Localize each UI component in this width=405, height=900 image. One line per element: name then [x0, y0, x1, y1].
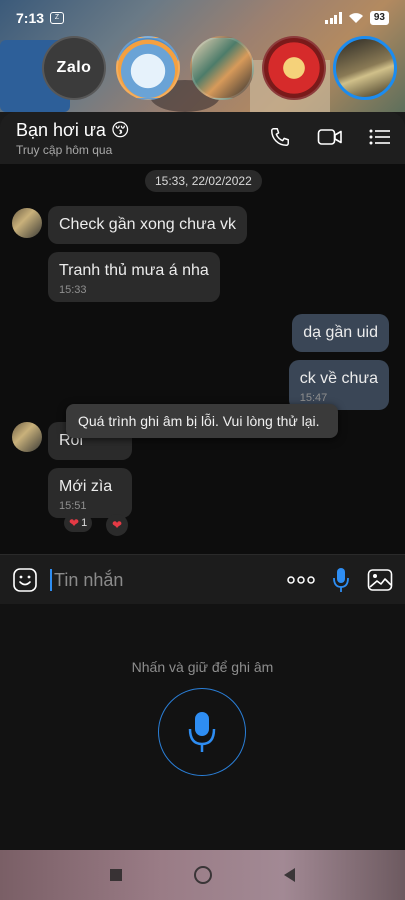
message-outgoing[interactable]: ck về chưa 15:47 — [288, 360, 389, 410]
reaction-badge[interactable]: ❤ 1 — [64, 514, 93, 532]
message-outgoing[interactable]: dạ gần uid — [292, 314, 389, 352]
signal-icon — [325, 12, 342, 24]
voice-hint: Nhấn và giữ để ghi âm — [131, 659, 274, 675]
home-button[interactable] — [194, 866, 212, 884]
message-text: ck về chưa — [299, 370, 378, 387]
chat-head-1[interactable] — [116, 36, 180, 100]
system-nav-bar — [0, 850, 405, 900]
message-text: Check gần xong chưa vk — [59, 216, 237, 233]
message-time: 15:51 — [59, 500, 87, 512]
microphone-icon — [188, 712, 216, 752]
video-call-icon[interactable] — [317, 127, 343, 147]
reaction-count: 1 — [81, 517, 88, 529]
message-text: Tranh thủ mưa á nha — [59, 262, 209, 279]
status-time: 7:13 — [16, 10, 45, 26]
message-input-bar: Tin nhắn — [0, 554, 405, 604]
chat-heads: Zalo — [0, 36, 405, 106]
sticker-icon[interactable] — [12, 567, 38, 593]
heart-icon: ❤ — [111, 518, 123, 532]
recents-button[interactable] — [110, 869, 122, 881]
battery-icon: 93 — [369, 11, 389, 25]
more-icon[interactable] — [287, 575, 315, 584]
back-button[interactable] — [284, 868, 295, 882]
message-time: 15:47 — [299, 392, 328, 404]
chat-head-3[interactable] — [262, 36, 326, 100]
zalo-chat-head[interactable]: Zalo — [42, 36, 106, 100]
chat-head-2[interactable] — [190, 36, 254, 100]
image-icon[interactable] — [367, 568, 393, 592]
message-incoming[interactable]: Mới zìa 15:51 — [48, 468, 132, 518]
record-button[interactable] — [158, 688, 246, 776]
add-reaction-button[interactable]: ❤ — [106, 514, 128, 536]
chat-head-active[interactable] — [333, 36, 397, 100]
microphone-icon[interactable] — [333, 567, 349, 593]
heart-icon: ❤ — [69, 516, 80, 530]
date-separator: 15:33, 22/02/2022 — [145, 170, 262, 192]
chat-header: Bạn hơi ưa 😚 Truy cập hôm qua — [0, 112, 405, 164]
message-input[interactable]: Tin nhắn — [50, 568, 287, 591]
menu-icon[interactable] — [369, 128, 391, 146]
message-incoming[interactable]: Tranh thủ mưa á nha 15:33 — [48, 252, 220, 302]
message-text: Mới zìa — [59, 478, 113, 495]
avatar[interactable] — [12, 208, 42, 238]
chat-area[interactable]: 15:33, 22/02/2022 Check gần xong chưa vk… — [0, 164, 405, 554]
message-incoming[interactable]: Check gần xong chưa vk — [48, 206, 248, 244]
status-bar: 7:13 Z 93 — [0, 0, 405, 36]
voice-record-panel: Nhấn và giữ để ghi âm — [0, 604, 405, 850]
error-toast: Quá trình ghi âm bị lỗi. Vui lòng thử lạ… — [66, 404, 338, 438]
phone-call-icon[interactable] — [269, 126, 291, 148]
message-text: dạ gần uid — [303, 324, 378, 341]
zalo-logo: Zalo — [56, 59, 92, 76]
zalo-notification-icon: Z — [50, 12, 65, 24]
avatar[interactable] — [12, 422, 42, 452]
wifi-icon — [348, 13, 363, 23]
message-time: 15:33 — [59, 284, 87, 296]
